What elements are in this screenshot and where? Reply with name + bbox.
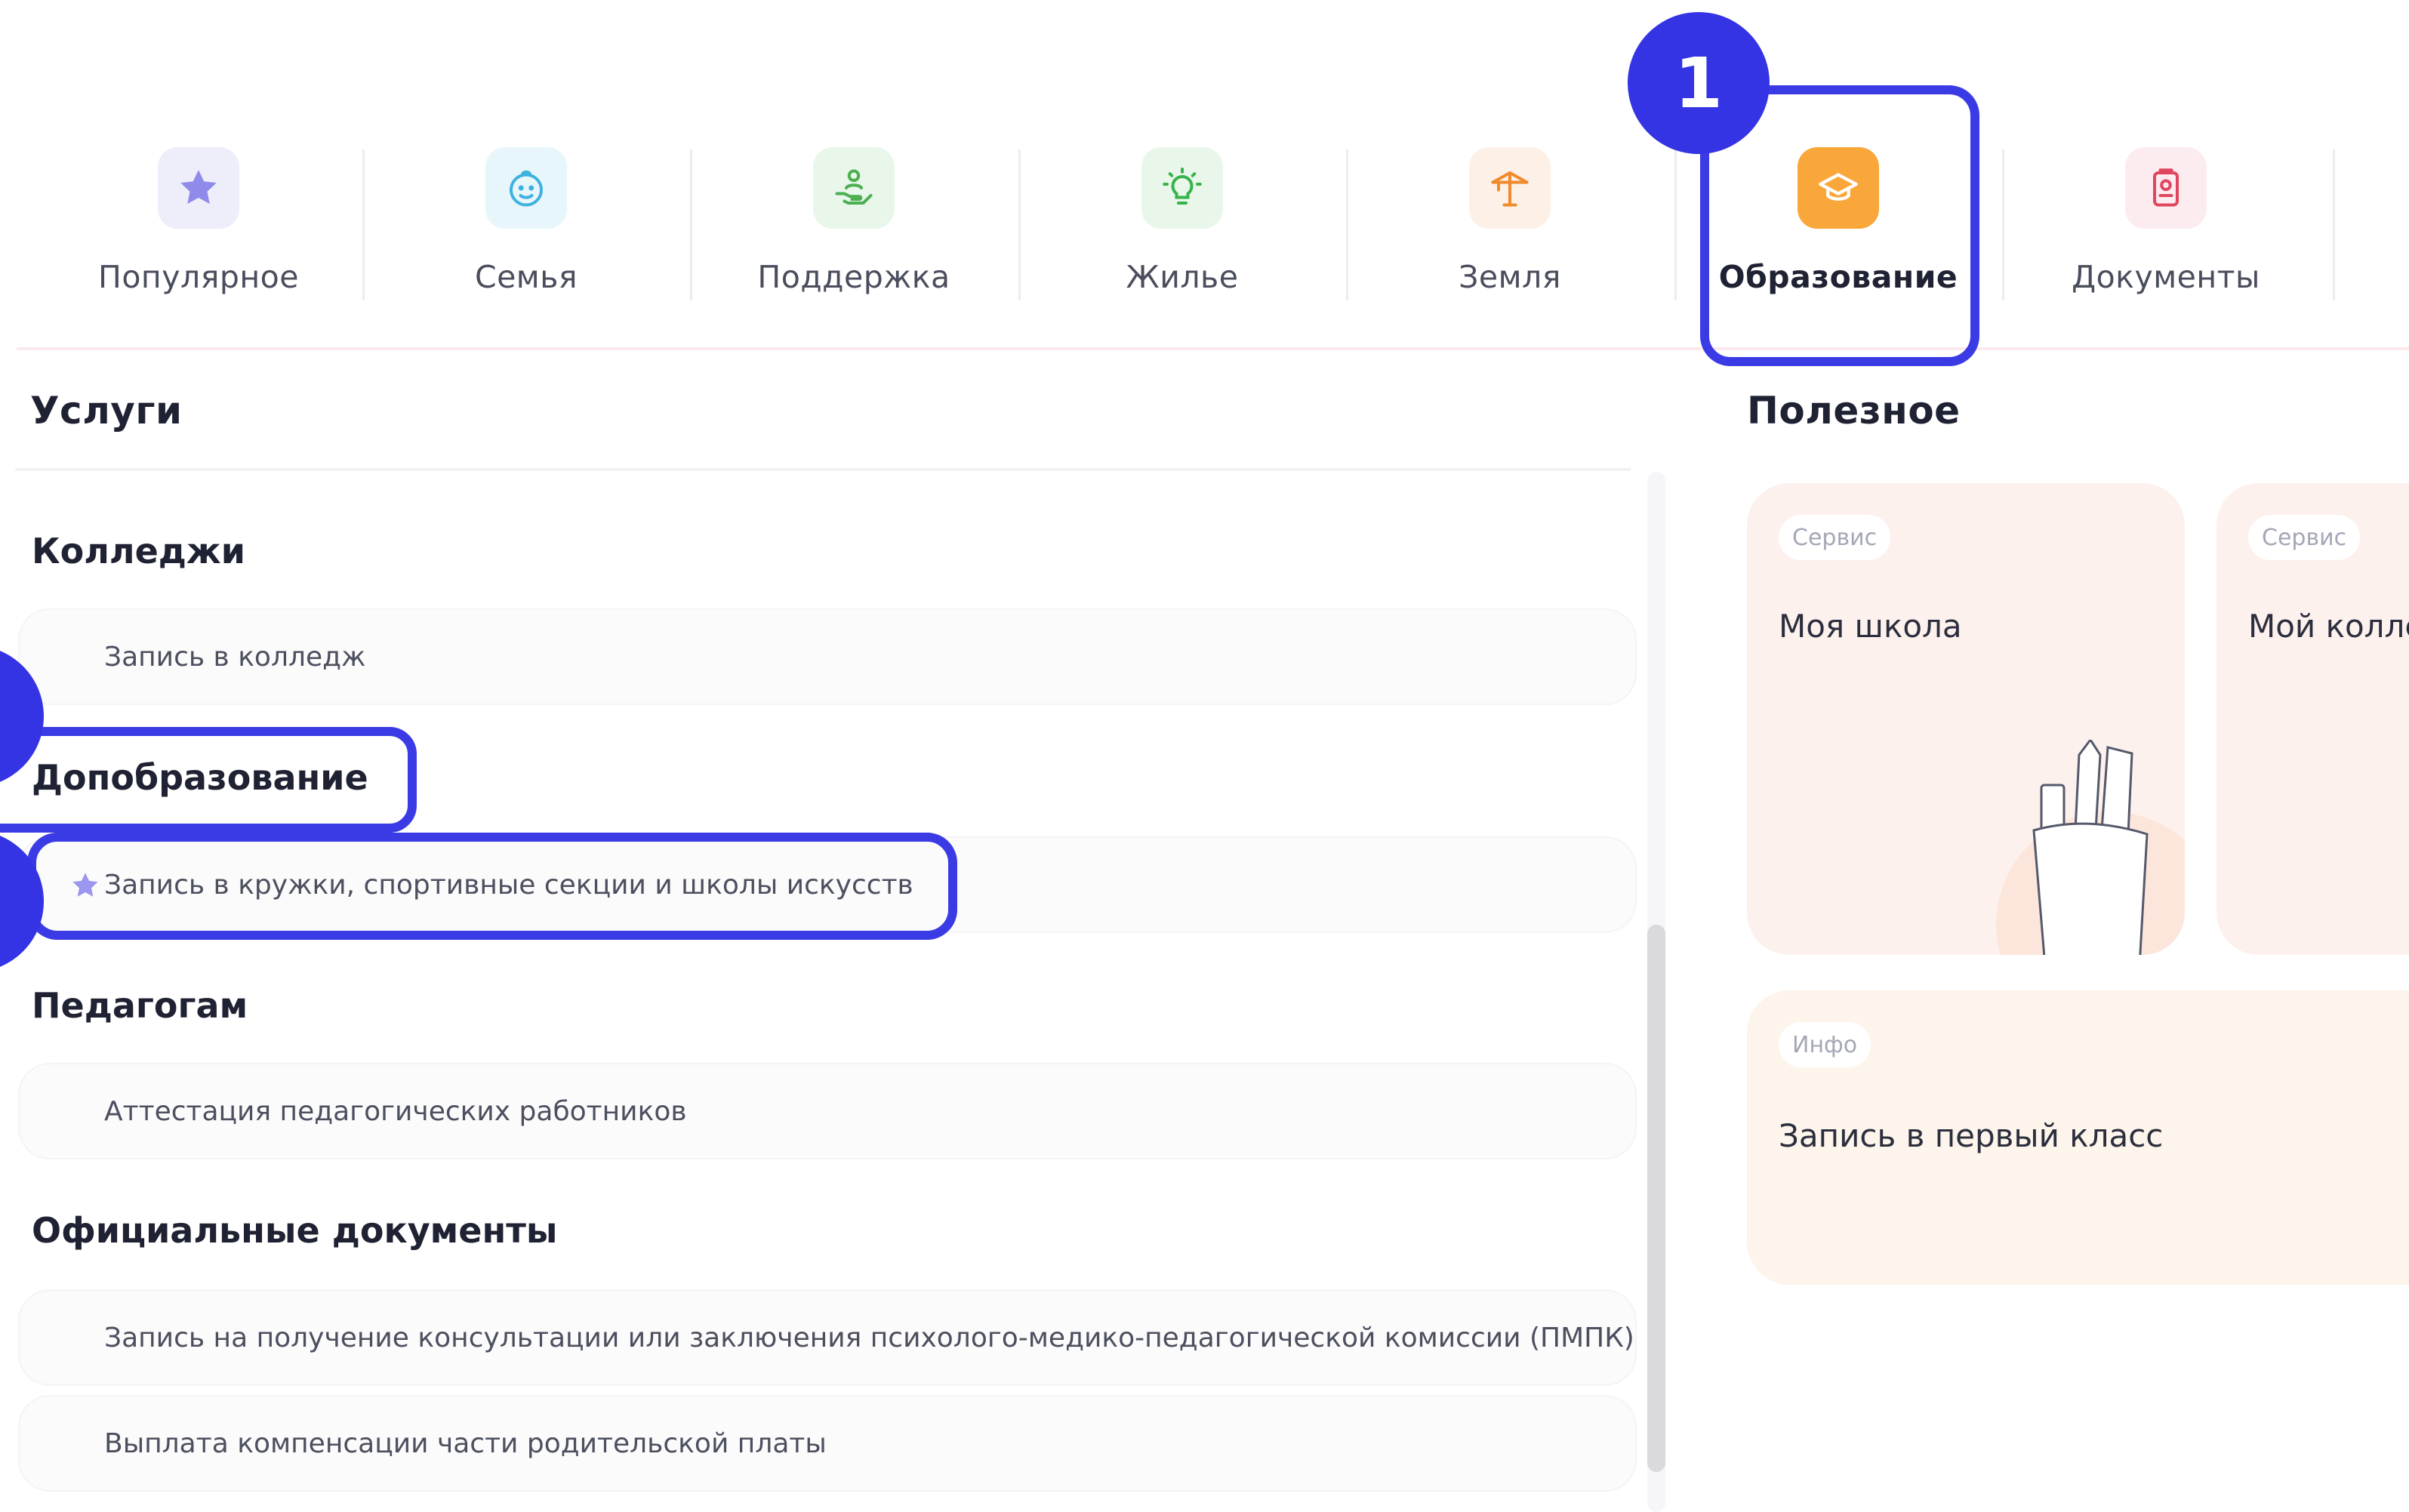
baby-face-icon bbox=[485, 147, 567, 229]
card-badge: Сервис bbox=[1779, 515, 1891, 560]
useful-title: Полезное bbox=[1747, 389, 1961, 433]
education-services-page: Популярное Семья Поддержка Жилье Земля О… bbox=[0, 0, 2409, 1512]
group-title-teachers: Педагогам bbox=[32, 985, 248, 1026]
highlight-extra-education-group bbox=[0, 727, 417, 833]
tab-support[interactable]: Поддержка bbox=[690, 147, 1018, 306]
lightbulb-icon bbox=[1141, 147, 1223, 229]
service-item-college-enrollment[interactable]: Запись в колледж bbox=[20, 610, 1635, 704]
useful-card-my-college[interactable]: Сервис Мой колле bbox=[2216, 483, 2409, 955]
tab-label: Семья bbox=[474, 259, 578, 295]
tab-label: Земля bbox=[1459, 259, 1561, 295]
category-tabs: Популярное Семья Поддержка Жилье Земля О… bbox=[0, 0, 2409, 351]
highlight-clubs-service bbox=[27, 833, 957, 940]
hand-person-icon bbox=[813, 147, 895, 229]
step-marker-1: 1 bbox=[1628, 12, 1770, 154]
services-top-divider bbox=[15, 468, 1631, 471]
tab-documents[interactable]: Документы bbox=[2002, 147, 2330, 306]
tab-label: Документы bbox=[2072, 259, 2260, 295]
card-title: Запись в первый класс bbox=[1779, 1117, 2164, 1154]
star-icon bbox=[158, 147, 239, 229]
service-item-teacher-attestation[interactable]: Аттестация педагогических работников bbox=[20, 1064, 1635, 1158]
tabs-underline bbox=[17, 347, 2409, 350]
card-title: Мой колле bbox=[2248, 608, 2409, 645]
divider bbox=[2333, 149, 2335, 300]
service-item-parent-fee-compensation[interactable]: Выплата компенсации части родительской п… bbox=[20, 1397, 1635, 1490]
group-title-official-documents: Официальные документы bbox=[32, 1210, 558, 1251]
card-badge: Сервис bbox=[2248, 515, 2361, 560]
service-item-label: Запись на получение консультации или зак… bbox=[104, 1322, 1634, 1353]
tab-popular[interactable]: Популярное bbox=[35, 147, 362, 306]
card-title: Моя школа bbox=[1779, 608, 1962, 645]
useful-card-my-school[interactable]: Сервис Моя школа bbox=[1747, 483, 2185, 955]
service-item-pmpk-consultation[interactable]: Запись на получение консультации или зак… bbox=[20, 1291, 1635, 1384]
service-item-label: Аттестация педагогических работников bbox=[104, 1095, 687, 1127]
tab-label: Популярное bbox=[98, 259, 299, 295]
tab-housing[interactable]: Жилье bbox=[1018, 147, 1346, 306]
crane-icon bbox=[1469, 147, 1551, 229]
group-title-colleges: Колледжи bbox=[32, 531, 245, 571]
tab-label: Поддержка bbox=[757, 259, 950, 295]
useful-card-first-grade[interactable]: Инфо Запись в первый класс bbox=[1747, 990, 2409, 1285]
tab-label: Жилье bbox=[1126, 259, 1239, 295]
tab-family[interactable]: Семья bbox=[362, 147, 690, 306]
passport-icon bbox=[2125, 147, 2207, 229]
service-item-label: Выплата компенсации части родительской п… bbox=[104, 1427, 827, 1459]
card-badge: Инфо bbox=[1779, 1022, 1871, 1067]
services-scrollbar-thumb[interactable] bbox=[1647, 925, 1665, 1472]
pencil-cup-illustration bbox=[1996, 740, 2185, 955]
tab-land[interactable]: Земля bbox=[1346, 147, 1674, 306]
services-title: Услуги bbox=[30, 389, 183, 433]
service-item-label: Запись в колледж bbox=[104, 641, 366, 673]
